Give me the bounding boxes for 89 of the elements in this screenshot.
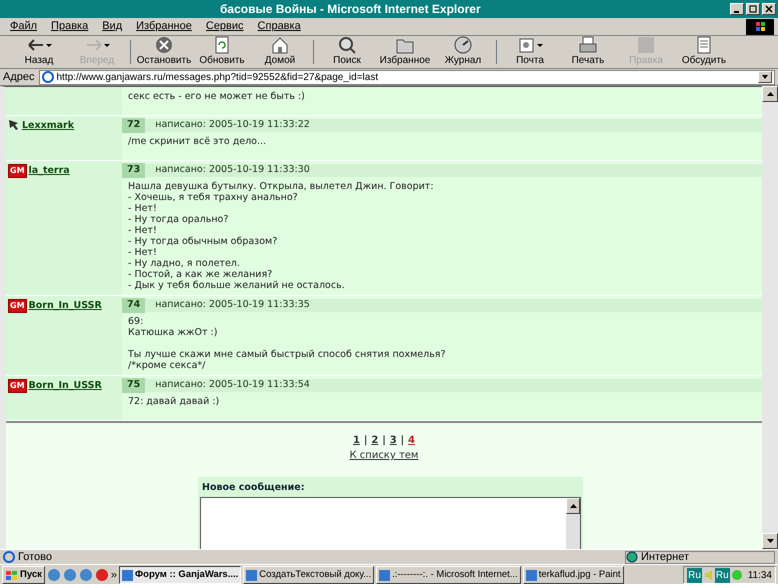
toolbar-button[interactable]: Журнал xyxy=(434,36,492,68)
scrollbar[interactable] xyxy=(762,86,778,549)
post-number: 72 xyxy=(122,118,146,133)
post-date: написано: 2005-10-19 11:33:35 xyxy=(155,298,310,312)
minimize-button[interactable] xyxy=(730,3,744,15)
author-link[interactable]: Lexxmark xyxy=(22,119,74,134)
close-button[interactable] xyxy=(762,3,776,15)
post-text: секс есть - его не может не быть :) xyxy=(127,90,306,104)
post-number: 73 xyxy=(122,163,146,178)
toolbar-button[interactable]: Почта xyxy=(501,36,559,68)
status-text: Готово xyxy=(18,550,52,565)
page-icon xyxy=(3,551,15,563)
page-link[interactable]: 3 xyxy=(390,435,397,446)
window-icon xyxy=(379,570,390,580)
post-text: 69: Катюшка жжОт :) Ты лучше скажи мне самый быстрый способ снятия похмелья? /*кроме секса*/ xyxy=(127,315,447,373)
up-arrow-icon[interactable] xyxy=(766,92,774,96)
page-link[interactable]: 4 xyxy=(408,435,415,446)
page-link[interactable]: 1 xyxy=(353,435,360,446)
post-text: /me скринит всё это дело... xyxy=(127,135,268,149)
search-icon xyxy=(338,36,356,54)
maximize-icon xyxy=(749,5,757,13)
topic-list-link[interactable]: К списку тем xyxy=(350,450,418,461)
post-number: 74 xyxy=(122,298,146,313)
page-separator: | xyxy=(382,435,386,446)
page-link[interactable]: 2 xyxy=(371,435,378,446)
down-arrow-icon[interactable] xyxy=(766,539,774,543)
language-indicator[interactable]: Ru xyxy=(687,568,702,582)
window-icon xyxy=(526,570,537,580)
toolbar-button[interactable]: Обновить xyxy=(193,36,251,68)
page-separator: | xyxy=(364,435,368,446)
caret-icon xyxy=(761,73,769,81)
author-link[interactable]: Born_In_USSR xyxy=(28,379,102,394)
post-date: написано: 2005-10-19 11:33:54 xyxy=(155,378,310,392)
printer-icon xyxy=(579,36,597,54)
clock-icon xyxy=(454,36,472,54)
message-textarea[interactable] xyxy=(200,497,581,549)
page-separator: | xyxy=(400,435,404,446)
author-link[interactable]: Born_In_USSR xyxy=(28,299,102,314)
windows-logo-icon xyxy=(746,18,774,34)
toolbar-button[interactable]: Печать xyxy=(559,36,617,68)
address-label: Адрес xyxy=(3,70,34,85)
up-arrow-icon[interactable] xyxy=(570,504,576,508)
address-field[interactable]: http://www.ganjawars.ru/messages.php?tid=92552&fid=27&page_id=last xyxy=(38,70,775,84)
author-link[interactable]: la_terra xyxy=(28,164,70,178)
square-icon xyxy=(637,36,655,54)
moderator-badge: GM xyxy=(8,379,27,393)
toolbar-button[interactable]: Остановить xyxy=(135,36,193,68)
zone-text: Интернет xyxy=(641,550,689,565)
post-text: 72: давай давай :) xyxy=(127,395,220,409)
cursor-icon xyxy=(8,119,20,131)
window-icon xyxy=(122,570,134,580)
menu-item[interactable]: Справка xyxy=(258,18,301,35)
post-text: Нашла девушка бутылку. Открыла, вылетел Джин. Говорит: - Хочешь, я тебя трахну анально? - Нет! - Ну тогда орально? - Нет! - Ну тогда обычным образом? - Нет! - Ну ладно, я полетел. - Постой, а как же желания? - Дык у тебя больше желаний не осталось. xyxy=(127,180,435,293)
menu-item[interactable]: Файл xyxy=(10,18,38,35)
taskbar-button[interactable]: Форум :: GanjaWars.... xyxy=(119,566,242,584)
toolbar-button[interactable]: Избранное xyxy=(376,36,434,68)
post-date: написано: 2005-10-19 11:33:30 xyxy=(155,163,310,178)
start-button[interactable]: Пуск xyxy=(2,566,45,584)
clock: 11:34 xyxy=(748,568,772,582)
window-icon xyxy=(246,570,258,580)
menu-item[interactable]: Правка xyxy=(51,18,88,35)
post-date: написано: 2005-10-19 11:33:22 xyxy=(155,118,310,132)
caret-icon xyxy=(46,44,52,46)
taskbar-button[interactable]: .:--------:. - Microsoft Internet... xyxy=(376,566,521,584)
new-message-title: Новое сообщение: xyxy=(201,481,306,495)
page-icon xyxy=(42,71,54,83)
maximize-button[interactable] xyxy=(746,3,760,15)
toolbar-button[interactable]: Домой xyxy=(251,36,309,68)
moderator-badge: GM xyxy=(8,164,27,178)
more-button[interactable]: » xyxy=(110,566,118,584)
language-indicator[interactable]: Ru xyxy=(714,568,730,582)
dropdown-button[interactable] xyxy=(758,71,772,83)
menu-item[interactable]: Вид xyxy=(102,18,122,35)
windows-logo-icon xyxy=(5,570,18,580)
toolbar-button[interactable]: Поиск xyxy=(318,36,376,68)
window-title: басовые Войны - Microsoft Internet Explorer xyxy=(220,1,481,18)
toolbar-button[interactable]: Назад xyxy=(10,36,68,68)
caret-icon xyxy=(104,44,110,46)
moderator-badge: GM xyxy=(8,299,27,313)
post-number: 75 xyxy=(122,378,146,393)
stop-icon xyxy=(155,36,173,54)
refresh-icon xyxy=(213,36,231,54)
menu-item[interactable]: Избранное xyxy=(136,18,192,35)
close-icon xyxy=(765,5,773,13)
toolbar-button[interactable]: Обсудить xyxy=(675,36,733,68)
taskbar-button[interactable]: terkaflud.jpg - Paint xyxy=(522,566,624,584)
menu-item[interactable]: Сервис xyxy=(206,18,244,35)
taskbar-button[interactable]: СоздатьТекстовый доку... xyxy=(243,566,374,584)
caret-icon xyxy=(536,44,542,46)
